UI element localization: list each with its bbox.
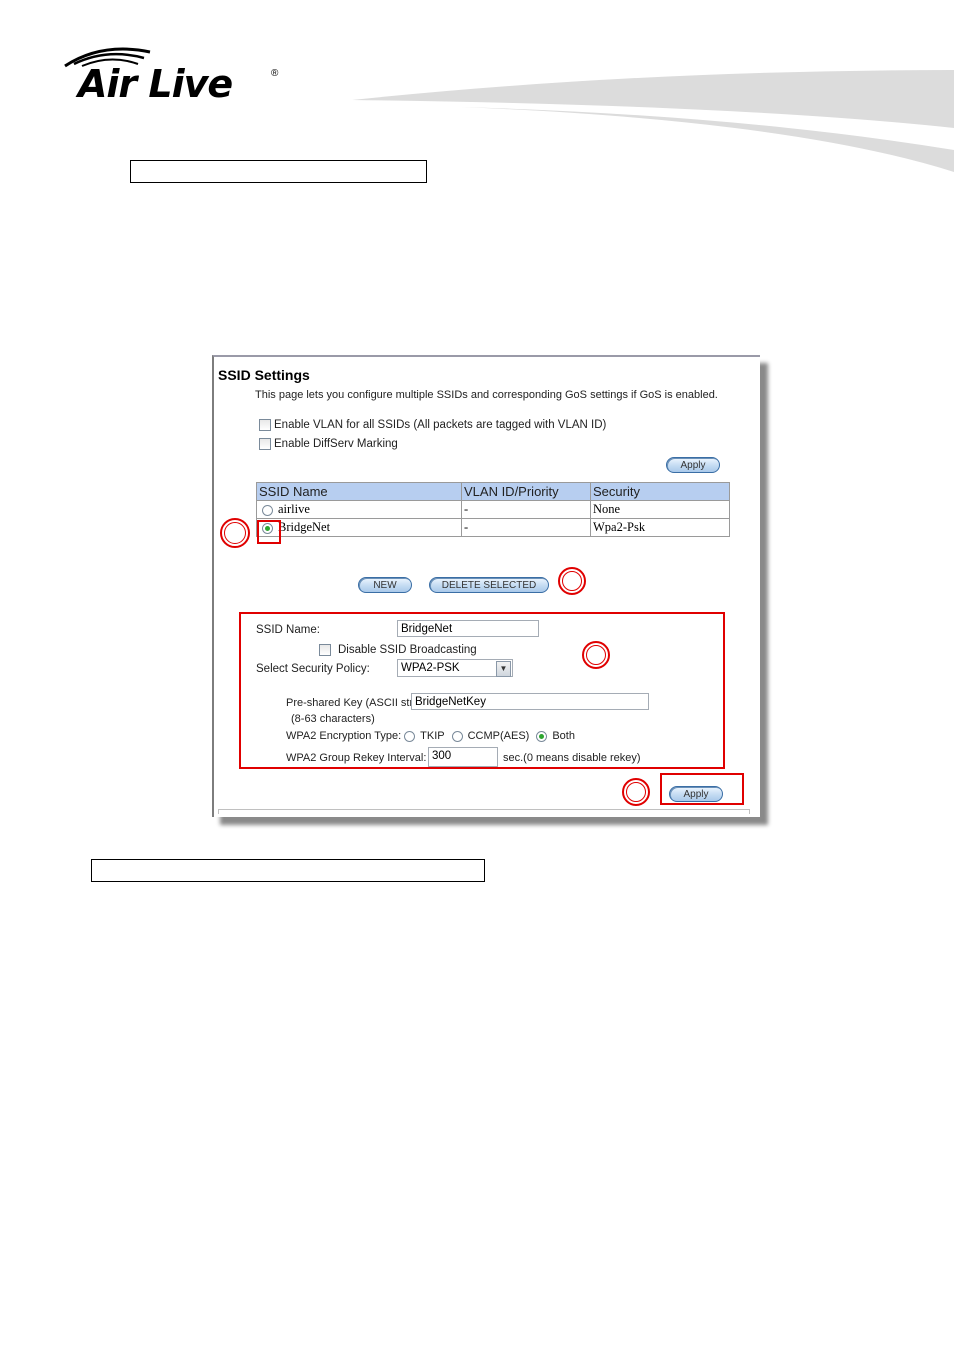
table-row[interactable]: airlive - None — [256, 500, 730, 519]
column-vlan: VLAN ID/Priority — [461, 482, 591, 501]
table-row[interactable]: BridgeNet - Wpa2-Psk — [256, 518, 730, 537]
header-swoosh — [352, 70, 954, 172]
security-policy-select[interactable]: WPA2-PSK ▼ — [397, 659, 513, 677]
annotation-marker-4 — [622, 778, 650, 806]
disable-broadcast-label: Disable SSID Broadcasting — [338, 644, 477, 656]
vlan-cell: - — [461, 518, 591, 537]
option-enable-vlan[interactable]: Enable VLAN for all SSIDs (All packets a… — [259, 419, 606, 431]
enable-diffserv-label: Enable DiffServ Marking — [274, 438, 398, 450]
security-policy-value: WPA2-PSK — [401, 662, 460, 674]
figure-caption-box-bottom — [91, 859, 485, 882]
page-title: SSID Settings — [218, 367, 310, 383]
annotation-marker-2 — [558, 567, 586, 595]
registered-mark: ® — [271, 68, 279, 79]
ssid-name: airlive — [278, 502, 310, 516]
enc-radio-ccmp[interactable] — [451, 730, 463, 742]
rekey-hint: sec.(0 means disable rekey) — [503, 752, 641, 764]
enable-vlan-checkbox[interactable] — [259, 419, 271, 431]
security-cell: None — [590, 500, 730, 519]
security-policy-label: Select Security Policy: — [256, 663, 370, 675]
option-disable-broadcast[interactable]: Disable SSID Broadcasting — [319, 644, 477, 656]
new-button[interactable]: NEW — [358, 577, 412, 593]
ssid-name-label: SSID Name: — [256, 624, 320, 636]
column-ssid-name: SSID Name — [256, 482, 462, 501]
rekey-input[interactable]: 300 — [428, 747, 498, 767]
disable-broadcast-checkbox[interactable] — [319, 644, 331, 656]
ssid-name-input[interactable]: BridgeNet — [397, 620, 539, 637]
figure-caption-box-top — [130, 160, 427, 183]
annotation-marker-1 — [220, 518, 250, 548]
enable-diffserv-checkbox[interactable] — [259, 438, 271, 450]
column-security: Security — [590, 482, 730, 501]
enc-radio-both[interactable] — [536, 730, 548, 742]
ssid-name: BridgeNet — [278, 520, 331, 534]
vlan-cell: - — [461, 500, 591, 519]
logo-text: Air Live — [78, 62, 233, 106]
apply-bottom-button[interactable]: Apply — [669, 786, 723, 802]
security-cell: Wpa2-Psk — [590, 518, 730, 537]
psk-input[interactable]: BridgeNetKey — [411, 693, 649, 710]
frame-scrollbar — [218, 809, 750, 814]
enc-option-ccmp: CCMP(AES) — [467, 730, 530, 742]
option-enable-diffserv[interactable]: Enable DiffServ Marking — [259, 438, 398, 450]
psk-hint: (8-63 characters) — [291, 713, 375, 725]
delete-selected-button[interactable]: DELETE SELECTED — [429, 577, 549, 593]
ssid-radio-airlive[interactable] — [262, 504, 273, 516]
ssid-table: SSID Name VLAN ID/Priority Security airl… — [256, 482, 730, 537]
enc-radio-tkip[interactable] — [404, 730, 416, 742]
ssid-settings-screenshot: SSID Settings This page lets you configu… — [212, 355, 760, 817]
airlive-logo: Air Live ® — [62, 42, 292, 112]
encryption-type-label: WPA2 Encryption Type: — [286, 730, 402, 742]
ssid-cell: airlive — [256, 500, 462, 519]
ssid-cell: BridgeNet — [256, 518, 462, 537]
page-description: This page lets you configure multiple SS… — [255, 389, 718, 401]
enc-option-tkip: TKIP — [420, 730, 445, 742]
enable-vlan-label: Enable VLAN for all SSIDs (All packets a… — [274, 419, 607, 431]
chevron-down-icon[interactable]: ▼ — [496, 661, 511, 677]
annotation-marker-3 — [582, 641, 610, 669]
apply-top-button[interactable]: Apply — [666, 457, 720, 473]
enc-option-both: Both — [552, 730, 575, 742]
rekey-label: WPA2 Group Rekey Interval: — [286, 752, 427, 764]
encryption-type-row: WPA2 Encryption Type: TKIP CCMP(AES) Bot… — [286, 730, 575, 742]
annotation-highlight-radio — [257, 520, 281, 544]
table-header-row: SSID Name VLAN ID/Priority Security — [256, 482, 730, 501]
